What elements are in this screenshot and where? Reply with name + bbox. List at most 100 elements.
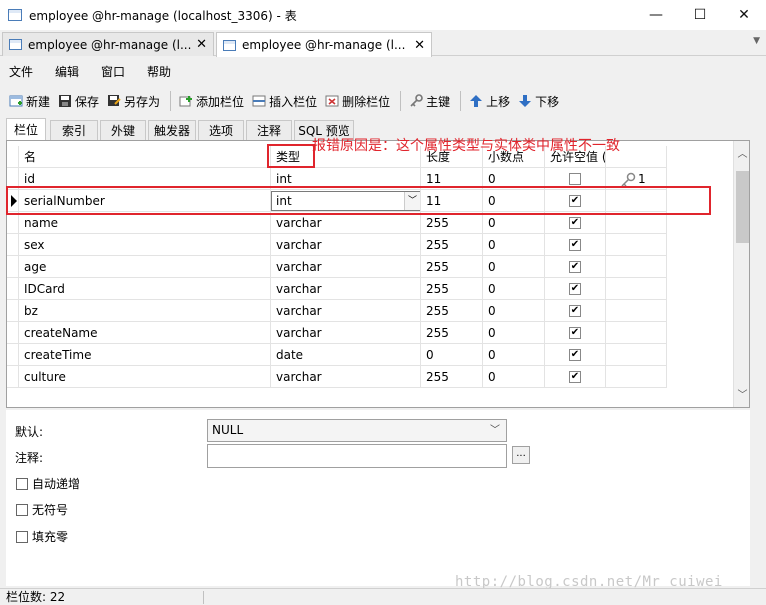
tab-triggers[interactable]: 触发器: [148, 120, 196, 140]
field-name-cell[interactable]: age: [19, 256, 271, 278]
save-button[interactable]: 保存: [55, 89, 102, 113]
maximize-button[interactable]: ☐: [678, 0, 722, 30]
field-name-cell[interactable]: createName: [19, 322, 271, 344]
new-button[interactable]: 新建: [6, 89, 53, 113]
row-indicator[interactable]: [7, 344, 19, 366]
tab-options[interactable]: 选项: [198, 120, 244, 140]
key-cell[interactable]: [606, 234, 667, 256]
key-cell[interactable]: [606, 300, 667, 322]
tab-list-dropdown-icon[interactable]: ▼: [753, 36, 760, 46]
field-name-cell[interactable]: IDCard: [19, 278, 271, 300]
add-field-button[interactable]: 添加栏位: [176, 89, 247, 113]
table-row[interactable]: bz varchar 255 0 ✔: [7, 300, 667, 322]
field-name-cell[interactable]: culture: [19, 366, 271, 388]
tab-foreign-keys[interactable]: 外键: [100, 120, 146, 140]
allow-null-checkbox[interactable]: ✔: [569, 305, 581, 317]
field-type-cell[interactable]: varchar: [271, 322, 421, 344]
primary-key-button[interactable]: 主键: [406, 89, 453, 113]
comment-edit-button[interactable]: ...: [512, 446, 530, 464]
allow-null-checkbox[interactable]: ✔: [569, 349, 581, 361]
field-name-cell[interactable]: sex: [19, 234, 271, 256]
table-row[interactable]: createTime date 0 0 ✔: [7, 344, 667, 366]
row-indicator[interactable]: [7, 234, 19, 256]
vertical-scrollbar[interactable]: ︿ ﹀: [733, 141, 749, 407]
key-cell[interactable]: [606, 344, 667, 366]
scrollbar-thumb[interactable]: [736, 171, 749, 243]
document-tab-2[interactable]: employee @hr-manage (l... ✕: [216, 32, 432, 57]
allow-null-checkbox[interactable]: ✔: [569, 327, 581, 339]
field-decimals-cell[interactable]: 0: [483, 300, 545, 322]
allow-null-checkbox[interactable]: [569, 173, 581, 185]
close-tab-icon[interactable]: ✕: [414, 38, 425, 53]
minimize-button[interactable]: —: [634, 0, 678, 30]
menu-window[interactable]: 窗口: [92, 63, 134, 80]
scroll-down-icon[interactable]: ﹀: [734, 387, 749, 404]
allow-null-checkbox[interactable]: ✔: [569, 239, 581, 251]
row-indicator[interactable]: [7, 366, 19, 388]
field-name-cell[interactable]: createTime: [19, 344, 271, 366]
allow-null-checkbox[interactable]: ✔: [569, 217, 581, 229]
field-decimals-cell[interactable]: 0: [483, 212, 545, 234]
insert-field-button[interactable]: 插入栏位: [249, 89, 320, 113]
save-as-button[interactable]: 另存为: [104, 89, 163, 113]
field-length-cell[interactable]: 255: [421, 366, 483, 388]
unsigned-option[interactable]: 无符号: [16, 501, 68, 518]
zerofill-checkbox[interactable]: [16, 530, 28, 543]
field-name-cell[interactable]: name: [19, 212, 271, 234]
key-cell[interactable]: [606, 256, 667, 278]
field-name-cell[interactable]: bz: [19, 300, 271, 322]
close-tab-icon[interactable]: ✕: [196, 37, 207, 52]
column-header-name[interactable]: 名: [19, 146, 271, 168]
key-cell[interactable]: [606, 366, 667, 388]
field-type-cell[interactable]: varchar: [271, 366, 421, 388]
key-cell[interactable]: [606, 212, 667, 234]
field-decimals-cell[interactable]: 0: [483, 234, 545, 256]
move-up-button[interactable]: 上移: [466, 89, 513, 113]
table-row[interactable]: name varchar 255 0 ✔: [7, 212, 667, 234]
table-row[interactable]: age varchar 255 0 ✔: [7, 256, 667, 278]
default-value-select[interactable]: NULL ﹀: [207, 419, 507, 442]
auto-increment-checkbox[interactable]: [16, 477, 28, 490]
delete-field-button[interactable]: 删除栏位: [322, 89, 393, 113]
menu-file[interactable]: 文件: [0, 63, 42, 80]
field-type-cell[interactable]: varchar: [271, 256, 421, 278]
auto-increment-option[interactable]: 自动递增: [16, 475, 80, 492]
table-row[interactable]: culture varchar 255 0 ✔: [7, 366, 667, 388]
row-indicator[interactable]: [7, 212, 19, 234]
field-decimals-cell[interactable]: 0: [483, 366, 545, 388]
row-indicator[interactable]: [7, 278, 19, 300]
field-type-cell[interactable]: varchar: [271, 212, 421, 234]
allow-null-checkbox[interactable]: ✔: [569, 371, 581, 383]
field-type-cell[interactable]: varchar: [271, 300, 421, 322]
document-tab-1[interactable]: employee @hr-manage (l... ✕: [2, 32, 214, 56]
allow-null-checkbox[interactable]: ✔: [569, 261, 581, 273]
tab-fields[interactable]: 栏位: [6, 118, 46, 140]
field-decimals-cell[interactable]: 0: [483, 278, 545, 300]
field-length-cell[interactable]: 255: [421, 234, 483, 256]
field-type-cell[interactable]: varchar: [271, 278, 421, 300]
move-down-button[interactable]: 下移: [515, 89, 562, 113]
zerofill-option[interactable]: 填充零: [16, 528, 68, 545]
table-row[interactable]: IDCard varchar 255 0 ✔: [7, 278, 667, 300]
row-indicator[interactable]: [7, 300, 19, 322]
field-length-cell[interactable]: 255: [421, 278, 483, 300]
tab-indexes[interactable]: 索引: [50, 120, 98, 140]
field-length-cell[interactable]: 255: [421, 300, 483, 322]
field-length-cell[interactable]: 0: [421, 344, 483, 366]
key-cell[interactable]: [606, 322, 667, 344]
key-cell[interactable]: [606, 278, 667, 300]
menu-help[interactable]: 帮助: [138, 63, 180, 80]
row-indicator[interactable]: [7, 322, 19, 344]
unsigned-checkbox[interactable]: [16, 503, 28, 516]
field-decimals-cell[interactable]: 0: [483, 322, 545, 344]
comment-input[interactable]: [207, 444, 507, 468]
allow-null-checkbox[interactable]: ✔: [569, 283, 581, 295]
row-indicator[interactable]: [7, 256, 19, 278]
field-length-cell[interactable]: 255: [421, 322, 483, 344]
field-length-cell[interactable]: 255: [421, 212, 483, 234]
field-decimals-cell[interactable]: 0: [483, 344, 545, 366]
tab-comment[interactable]: 注释: [246, 120, 292, 140]
scroll-up-icon[interactable]: ︿: [734, 146, 749, 163]
field-decimals-cell[interactable]: 0: [483, 256, 545, 278]
table-row[interactable]: sex varchar 255 0 ✔: [7, 234, 667, 256]
